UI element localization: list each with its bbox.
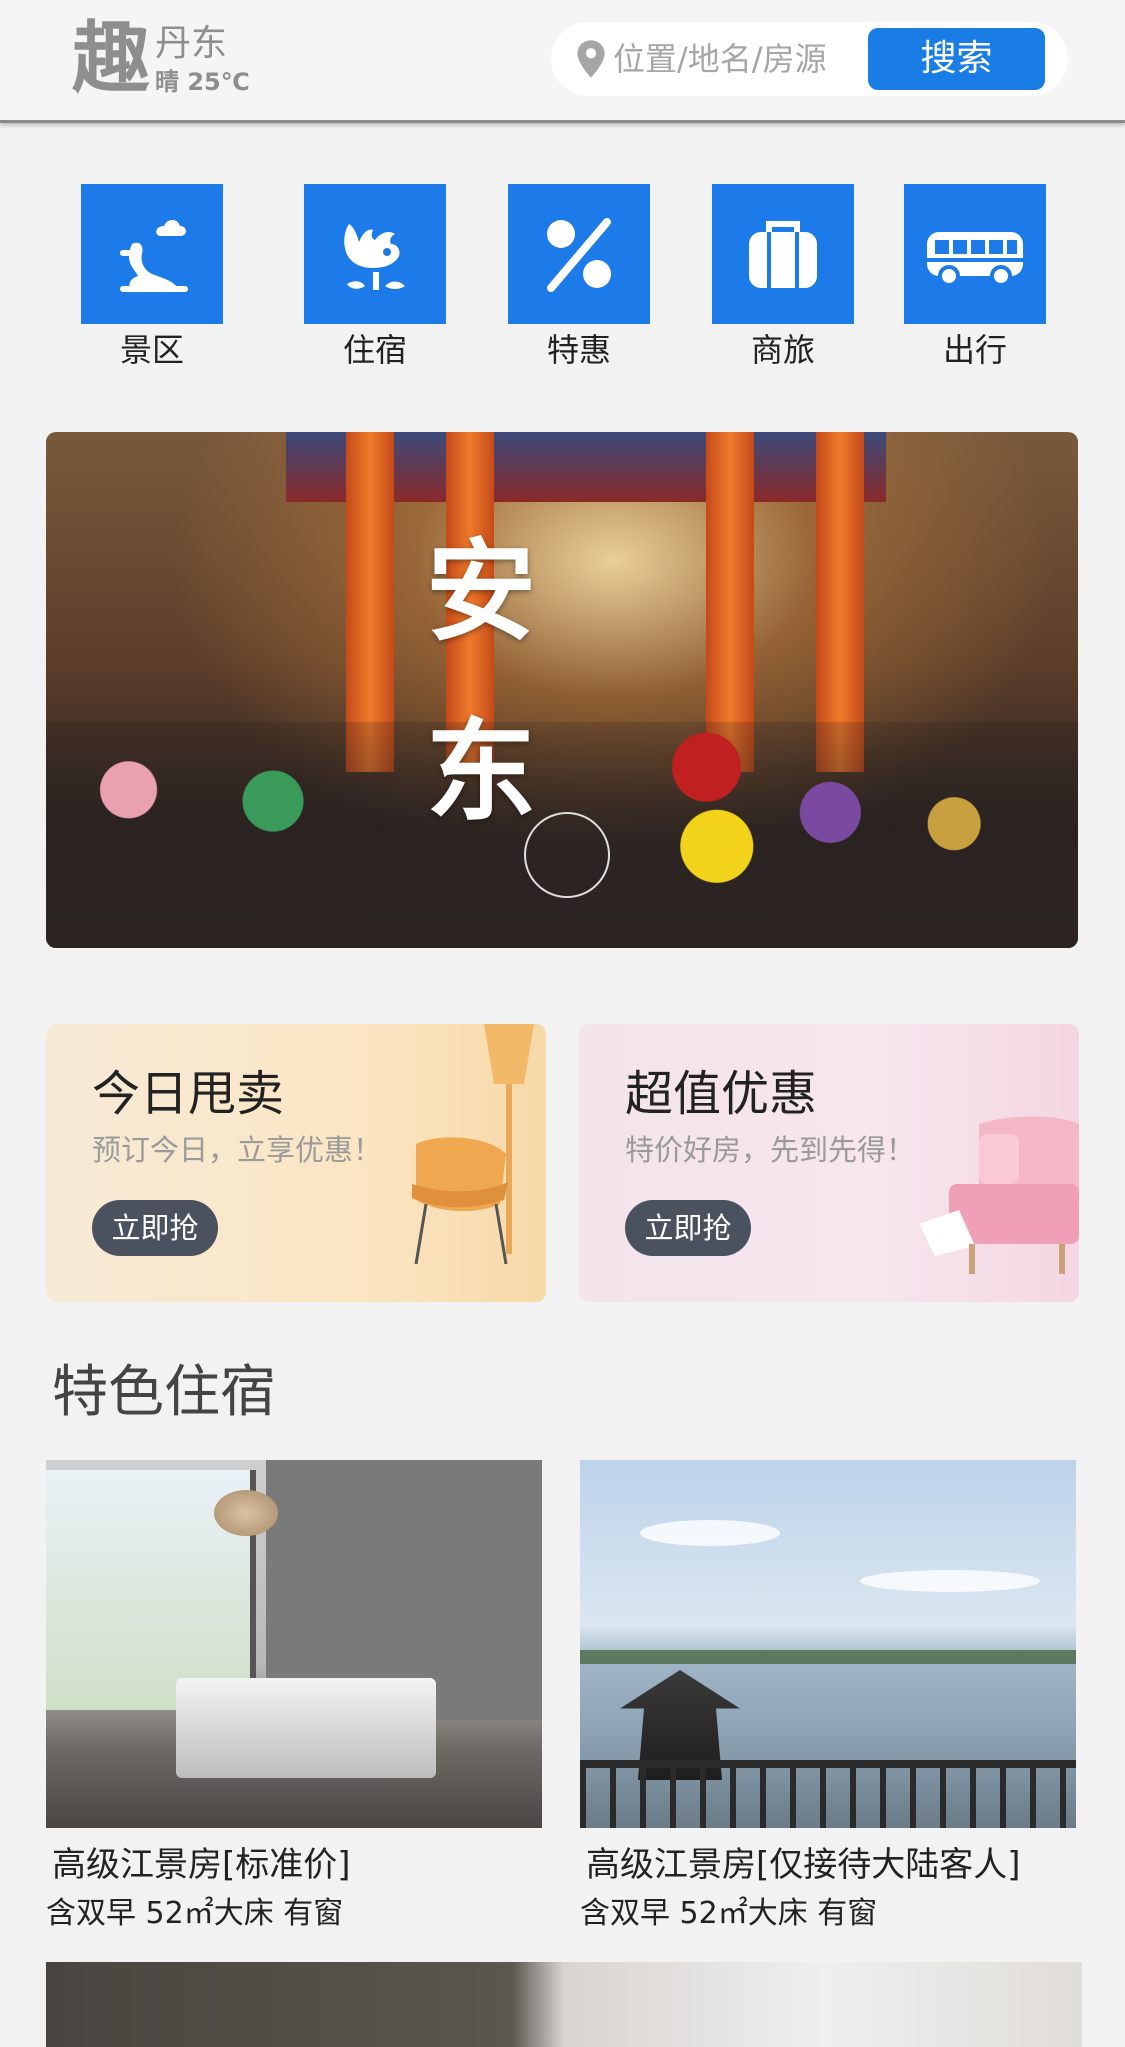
- sofa-icon: [919, 1116, 1079, 1274]
- location-pin-icon: [577, 40, 605, 78]
- listing-title: 高级江景房[标准价]: [52, 1845, 351, 1885]
- banner-pillar: [346, 432, 394, 772]
- top-bar: 趣 丹东 晴 25℃ 搜索: [0, 0, 1125, 123]
- category-travel[interactable]: 出行: [904, 184, 1046, 370]
- category-discount[interactable]: 特惠: [508, 184, 650, 370]
- category-tile[interactable]: [904, 184, 1046, 324]
- listing-photo[interactable]: [580, 1460, 1076, 1828]
- banner-pillar: [706, 432, 754, 772]
- category-business[interactable]: 商旅: [712, 184, 854, 370]
- category-label: 出行: [942, 331, 1007, 369]
- listing-photo-next-row[interactable]: [46, 1962, 1082, 2047]
- category-tile[interactable]: [304, 184, 446, 324]
- cloud: [860, 1570, 1040, 1592]
- search-bar: 搜索: [551, 22, 1068, 96]
- search-input[interactable]: [613, 32, 853, 86]
- category-label: 住宿: [342, 331, 407, 369]
- armchair-icon: [412, 1024, 534, 1265]
- grab-now-button[interactable]: 立即抢: [625, 1200, 751, 1256]
- city-name[interactable]: 丹东: [155, 22, 227, 66]
- cloud: [640, 1520, 780, 1546]
- listing-title: 高级江景房[仅接待大陆客人]: [586, 1845, 1021, 1885]
- promo-card-value-deal[interactable]: 超值优惠 特价好房，先到先得！ 立即抢: [579, 1024, 1079, 1302]
- scenic-icon: [120, 220, 188, 292]
- banner-seal-icon: [524, 812, 610, 898]
- railing: [580, 1760, 1076, 1828]
- category-tile[interactable]: [712, 184, 854, 324]
- promo-title: 今日甩卖: [92, 1066, 285, 1122]
- hero-banner[interactable]: 安东: [46, 432, 1078, 948]
- search-button[interactable]: 搜索: [868, 28, 1045, 90]
- promo-subtitle: 特价好房，先到先得！: [625, 1133, 916, 1167]
- discount-icon: [547, 218, 611, 292]
- promo-title: 超值优惠: [625, 1066, 818, 1122]
- category-tile[interactable]: [81, 184, 223, 324]
- promo-card-flash-sale[interactable]: 今日甩卖 预订今日，立享优惠！ 立即抢: [46, 1024, 546, 1302]
- banner-calligraphy: 安东: [426, 527, 536, 836]
- listing-description: 含双早 52㎡大床 有窗: [46, 1896, 344, 1931]
- category-scenic[interactable]: 景区: [81, 184, 223, 370]
- listing-description: 含双早 52㎡大床 有窗: [580, 1896, 878, 1931]
- section-title-featured-stays: 特色住宿: [52, 1360, 276, 1425]
- listing-card[interactable]: 高级江景房[仅接待大陆客人] 含双早 52㎡大床 有窗: [580, 1460, 1080, 1934]
- pendant-lamp: [214, 1490, 278, 1536]
- luggage-icon: [749, 221, 817, 288]
- banner-pillar: [816, 432, 864, 772]
- promo-subtitle: 预订今日，立享优惠！: [92, 1133, 383, 1167]
- grab-now-button[interactable]: 立即抢: [92, 1200, 218, 1256]
- bus-icon: [927, 232, 1023, 287]
- listing-photo[interactable]: [46, 1460, 542, 1828]
- app-logo: 趣: [72, 14, 151, 104]
- category-label: 特惠: [546, 331, 611, 369]
- category-tile[interactable]: [508, 184, 650, 324]
- category-label: 景区: [119, 331, 184, 369]
- room-bed: [176, 1678, 436, 1778]
- weather-text: 晴 25℃: [155, 68, 250, 96]
- lodging-icon: [344, 224, 405, 290]
- category-lodging[interactable]: 住宿: [304, 184, 446, 370]
- category-label: 商旅: [750, 331, 815, 369]
- listing-card[interactable]: 高级江景房[标准价] 含双早 52㎡大床 有窗: [46, 1460, 546, 1934]
- river-shore: [580, 1650, 1076, 1664]
